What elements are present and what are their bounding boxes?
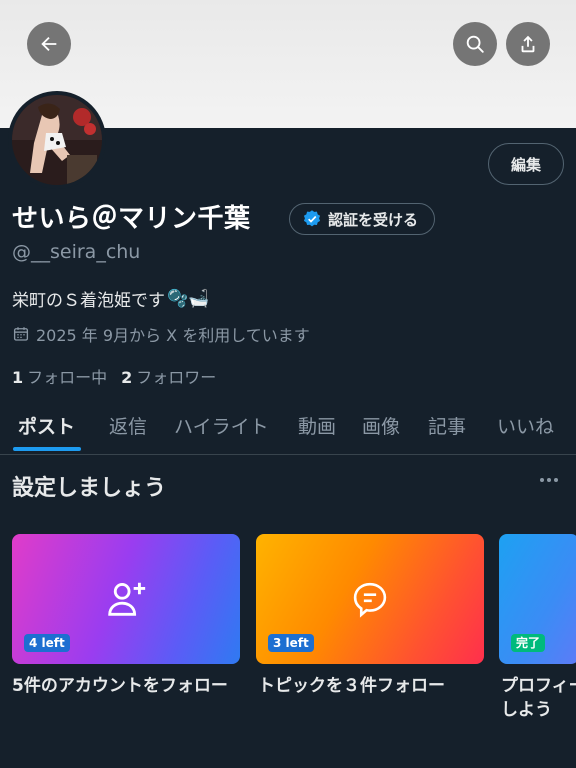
complete-profile-label: プロフィー しよう: [501, 676, 576, 720]
complete-badge: 完了: [511, 634, 546, 652]
get-verified-button[interactable]: 認証を受ける: [289, 203, 436, 235]
setup-section-title: 設定しましょう: [12, 476, 167, 501]
calendar-icon: [13, 327, 29, 341]
bio: 栄町のＳ着泡姫です 🫧🛁: [12, 286, 210, 312]
more-options-icon[interactable]: [540, 478, 558, 482]
follow-stats: 1 フォロー中 2 フォロワー: [12, 364, 216, 388]
followers-link[interactable]: 2 フォロワー: [121, 364, 216, 388]
follow-accounts-label: 5件のアカウントをフォロー: [12, 676, 228, 696]
bio-text: 栄町のＳ着泡姫です: [12, 291, 165, 311]
active-tab-indicator: [13, 447, 81, 451]
progress-badge: 3 left: [268, 634, 314, 652]
profile-tabs: ポスト 返信 ハイライト 動画 画像 記事 いいね: [0, 400, 576, 455]
follow-topics-card[interactable]: 3 left: [256, 534, 484, 664]
user-handle: @__seira_chu: [12, 241, 141, 263]
share-icon: [521, 35, 535, 53]
verified-badge-icon: [303, 210, 321, 227]
topic-icon: [353, 582, 387, 618]
complete-profile-card[interactable]: 完了: [499, 534, 576, 664]
following-link[interactable]: 1 フォロー中: [12, 364, 107, 388]
tab-articles[interactable]: 記事: [428, 412, 466, 439]
follow-accounts-card[interactable]: 4 left: [12, 534, 240, 664]
tab-posts[interactable]: ポスト: [18, 412, 75, 439]
progress-badge: 4 left: [24, 634, 70, 652]
tab-photos[interactable]: 画像: [362, 412, 400, 439]
edit-profile-button[interactable]: 編集: [488, 143, 564, 185]
search-button[interactable]: [453, 22, 497, 66]
tab-likes[interactable]: いいね: [497, 412, 554, 439]
avatar-photo-icon: [12, 95, 102, 185]
follow-topics-label: トピックを３件フォロー: [258, 676, 445, 696]
tab-replies[interactable]: 返信: [109, 412, 147, 439]
avatar[interactable]: [8, 91, 106, 189]
bio-emoji: 🫧🛁: [167, 288, 210, 309]
add-user-icon: [108, 582, 146, 616]
tab-highlights[interactable]: ハイライト: [174, 412, 269, 439]
tab-videos[interactable]: 動画: [298, 412, 336, 439]
join-date-text: 2025 年 9月から X を利用しています: [36, 326, 310, 345]
profile-page: 編集 せいら＠マリン千葉 認証を受ける @__seira_chu 栄町のＳ着泡姫…: [0, 0, 576, 768]
share-button[interactable]: [506, 22, 550, 66]
search-icon: [466, 35, 484, 53]
join-date: 2025 年 9月から X を利用しています: [12, 322, 310, 346]
back-button[interactable]: [27, 22, 71, 66]
display-name: せいら＠マリン千葉: [12, 204, 251, 234]
back-arrow-icon: [41, 36, 57, 52]
get-verified-label: 認証を受ける: [328, 210, 419, 229]
